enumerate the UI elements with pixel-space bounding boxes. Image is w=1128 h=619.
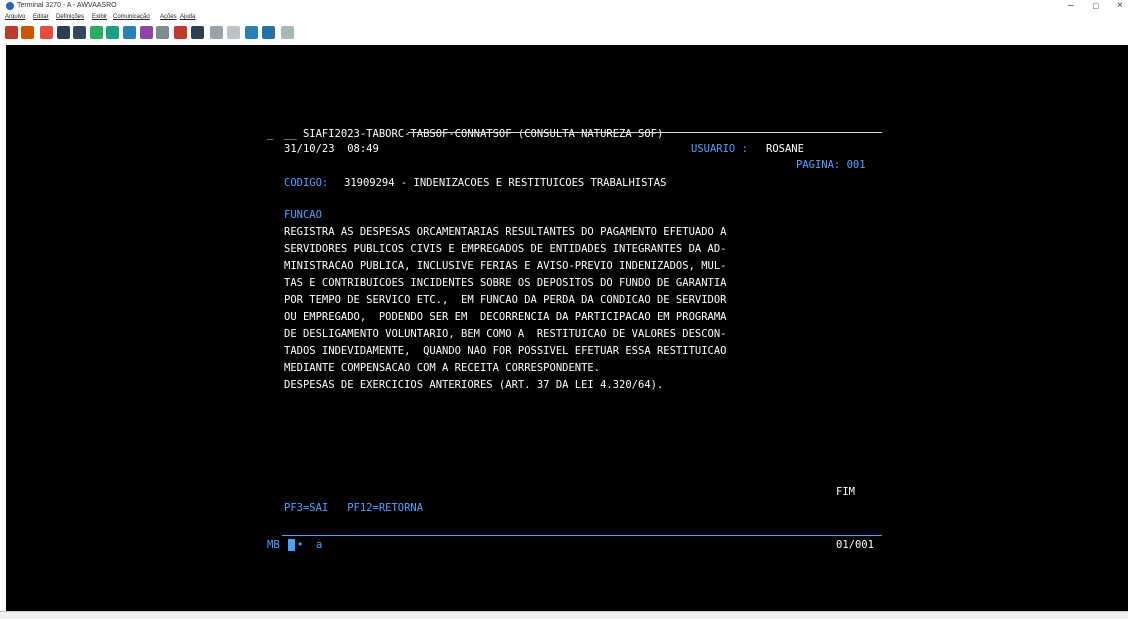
maximize-button[interactable]: □: [1093, 0, 1098, 12]
play-icon[interactable]: [191, 26, 204, 39]
screen-header: __ SIAFI2023-TABORC-TABSOF-CONNATSOF (CO…: [284, 128, 664, 140]
record-icon[interactable]: [174, 26, 187, 39]
description-line: DE DESLIGAMENTO VOLUNTARIO, BEM COMO A R…: [284, 328, 727, 340]
keyboard-icon[interactable]: [140, 26, 153, 39]
stop-icon[interactable]: [227, 26, 240, 39]
copy-icon[interactable]: [5, 26, 18, 39]
description-line: MINISTRACAO PUBLICA, INCLUSIVE FERIAS E …: [284, 260, 727, 272]
description-line: TAS E CONTRIBUICOES INCIDENTES SOBRE OS …: [284, 277, 727, 289]
description-line: DESPESAS DE EXERCICIOS ANTERIORES (ART. …: [284, 379, 664, 391]
close-button[interactable]: ×: [1117, 0, 1123, 12]
menu-acoes[interactable]: Ações: [160, 13, 177, 21]
usuario-label: USUARIO :: [691, 143, 748, 155]
field-marker: _: [267, 128, 274, 140]
description-line: POR TEMPO DE SERVICO ETC., EM FUNCAO DA …: [284, 294, 727, 306]
paste-icon[interactable]: [21, 26, 34, 39]
transfer-icon[interactable]: [123, 26, 136, 39]
pf-keys: PF3=SAI PF12=RETORNA: [284, 502, 424, 514]
funcao-label: FUNCAO: [284, 209, 322, 221]
codigo-label: CODIGO:: [284, 177, 329, 189]
menu-arquivo[interactable]: Arquivo: [5, 13, 25, 21]
oia-rule: [282, 535, 882, 536]
description-line: SERVIDORES PUBLICOS CIVIS E EMPREGADOS D…: [284, 243, 727, 255]
refresh-icon[interactable]: [281, 26, 294, 39]
window-title: Terminal 3270 - A - AWVAASRO: [17, 2, 117, 9]
description-line: REGISTRA AS DESPESAS ORCAMENTARIAS RESUL…: [284, 226, 727, 238]
codigo-value: 31909294 - INDENIZACOES E RESTITUICOES T…: [344, 177, 667, 189]
oia-input: a: [316, 539, 323, 551]
upload-icon[interactable]: [262, 26, 275, 39]
page-number: PAGINA: 001: [796, 159, 866, 171]
cursor: [288, 539, 295, 551]
end-marker: FIM: [836, 486, 855, 498]
menu-definicoes[interactable]: Definições: [56, 13, 84, 21]
minimize-button[interactable]: –: [1068, 0, 1074, 12]
send-icon[interactable]: [90, 26, 103, 39]
menu-comunicacao[interactable]: Comunicação: [113, 13, 150, 21]
description-line: OU EMPREGADO, PODENDO SER EM DECORRENCIA…: [284, 311, 727, 323]
description-line: TADOS INDEVIDAMENTE, QUANDO NAO FOR POSS…: [284, 345, 727, 357]
toolbar: [0, 23, 1128, 45]
exit-icon[interactable]: [40, 26, 53, 39]
link-icon[interactable]: [245, 26, 258, 39]
description-line: MEDIANTE COMPENSACAO COM A RECEITA CORRE…: [284, 362, 601, 374]
date-time: 31/10/23 08:49: [284, 143, 379, 155]
oia-status: MB: [267, 539, 280, 551]
menu-ajuda[interactable]: Ajuda: [180, 13, 195, 21]
usuario-value: ROSANE: [766, 143, 804, 155]
menu-bar: Arquivo Editar Definições Exibir Comunic…: [0, 12, 1128, 23]
menu-editar[interactable]: Editar: [33, 13, 49, 21]
header-rule: [408, 132, 882, 133]
menu-exibir[interactable]: Exibir: [92, 13, 107, 21]
oia-dot: •: [297, 539, 304, 551]
print-icon[interactable]: [57, 26, 70, 39]
print-screen-icon[interactable]: [73, 26, 86, 39]
macro-icon[interactable]: [156, 26, 169, 39]
title-bar: Terminal 3270 - A - AWVAASRO – □ ×: [0, 0, 1128, 12]
status-bar: [0, 611, 1128, 619]
cursor-position: 01/001: [836, 539, 874, 551]
pause-icon[interactable]: [210, 26, 223, 39]
receive-icon[interactable]: [106, 26, 119, 39]
app-icon: [6, 2, 14, 10]
